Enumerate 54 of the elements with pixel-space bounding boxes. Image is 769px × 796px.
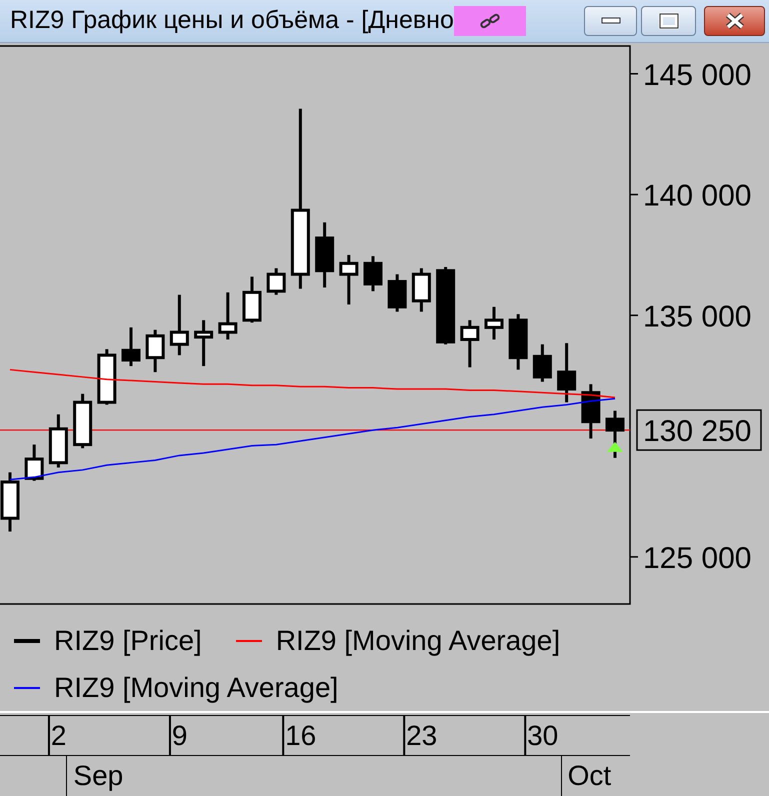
tick-mark [630, 194, 638, 196]
current-price-label: 130 250 [636, 409, 762, 451]
close-icon [724, 12, 746, 30]
candlestick [73, 394, 92, 448]
close-button[interactable] [704, 6, 765, 36]
legend-label: RIZ9 [Price] [54, 624, 202, 658]
candlestick [388, 274, 407, 312]
legend-label: RIZ9 [Moving Average] [276, 624, 560, 658]
axis-label: 145 000 [643, 58, 752, 92]
date-label: 23 [406, 719, 438, 753]
date-label: 2 [50, 719, 66, 753]
candlestick [0, 472, 20, 532]
candlestick [242, 276, 262, 323]
candlestick [606, 410, 624, 458]
maximize-button[interactable] [641, 6, 696, 36]
candlestick [266, 268, 286, 295]
month-label: Sep [66, 756, 124, 796]
candlestick [484, 306, 504, 340]
candlestick [508, 314, 528, 370]
date-label: 9 [172, 719, 188, 753]
candlestick [339, 254, 358, 304]
legend-label: RIZ9 [Moving Average] [54, 671, 338, 705]
tick-mark [630, 73, 638, 75]
axis-label: 125 000 [643, 542, 752, 575]
axis-label: 135 000 [643, 300, 752, 334]
candlestick [194, 320, 214, 366]
candlestick [581, 384, 600, 439]
tick-mark [630, 314, 638, 316]
candlestick [48, 414, 68, 468]
candlestick [97, 349, 116, 405]
candlestick [170, 294, 189, 356]
link-button[interactable] [454, 6, 526, 36]
date-label: 16 [285, 719, 316, 753]
ref-line-label: 130 250 [643, 415, 752, 448]
candlestick [557, 343, 576, 402]
window-title: RIZ9 График цены и объёма - [Дневно [10, 5, 454, 36]
marker-icon [607, 442, 623, 452]
candlestick [24, 444, 44, 481]
tick-mark [630, 556, 638, 558]
candlestick [315, 222, 334, 288]
maximize-icon [658, 13, 678, 29]
candlestick [532, 344, 552, 382]
candlestick [146, 330, 165, 372]
axis-label: 140 000 [643, 180, 752, 213]
candlestick [218, 292, 238, 340]
minimize-icon [600, 17, 620, 25]
minimize-button[interactable] [584, 6, 637, 36]
month-label: Oct [560, 756, 612, 796]
candlestick [364, 256, 382, 292]
date-label: 30 [527, 719, 558, 753]
candlestick [460, 320, 480, 368]
link-icon [478, 13, 501, 29]
candlestick [412, 268, 431, 312]
candlestick [122, 327, 140, 366]
